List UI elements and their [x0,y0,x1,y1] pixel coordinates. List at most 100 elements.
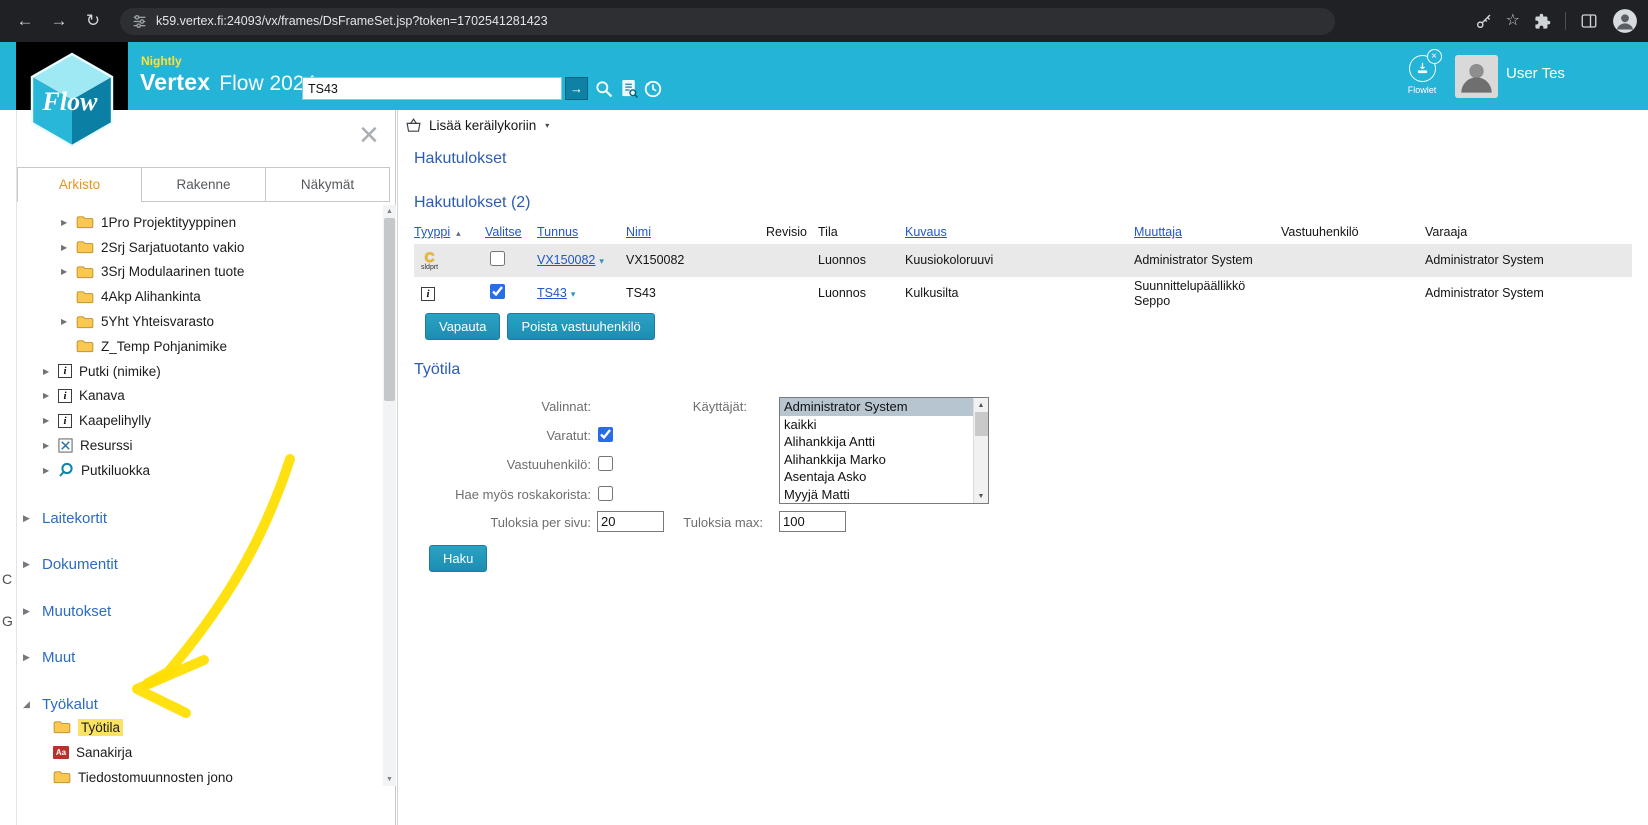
user-option[interactable]: Asentaja Asko [780,468,973,486]
tab-arkisto[interactable]: Arkisto [17,167,142,202]
password-key-icon[interactable] [1475,13,1492,30]
back-icon[interactable]: ← [10,6,40,36]
expand-arrow-icon[interactable]: ▶ [23,606,42,617]
column-header-tunnus[interactable]: Tunnus [537,225,626,239]
expand-arrow-icon[interactable]: ▶ [23,559,42,570]
listbox-scroll-up-icon[interactable]: ▲ [974,398,988,412]
vastuuhenkilo-checkbox[interactable] [598,456,613,471]
tree-item-3srj-modulaarinen-tuote[interactable]: ▶3Srj Modulaarinen tuote [17,260,381,285]
sidebar-section-ty-kalut[interactable]: ◢Työkalut [17,692,381,716]
release-button[interactable]: Vapauta [425,313,500,340]
column-header-kuvaus[interactable]: Kuvaus [905,225,1134,239]
cell-tila: Luonnos [818,286,905,301]
sort-asc-icon[interactable]: ▴ [456,228,461,239]
basket-dropdown-caret-icon[interactable]: ▾ [545,121,549,130]
expand-arrow-icon[interactable]: ▶ [43,416,58,425]
history-clock-icon[interactable] [641,77,665,100]
flowlet-icon[interactable]: × [1409,55,1436,82]
user-option[interactable]: Administrator System [780,398,973,416]
column-header-nimi[interactable]: Nimi [626,225,754,239]
expand-arrow-icon[interactable]: ▶ [43,441,58,450]
browser-profile-avatar[interactable] [1612,8,1638,34]
bookmark-star-icon[interactable]: ☆ [1506,13,1520,29]
tree-item-label: Kaapelihylly [79,413,151,428]
expand-arrow-icon[interactable]: ▶ [23,513,42,524]
row-select-checkbox[interactable] [490,284,505,299]
tree-item-resurssi[interactable]: ▶Resurssi [17,433,381,458]
expand-arrow-icon[interactable]: ▶ [43,367,58,376]
expand-arrow-icon[interactable]: ▶ [43,391,58,400]
user-option[interactable]: Alihankkija Antti [780,433,973,451]
document-search-icon[interactable] [617,77,641,100]
tree-item-z-temp-pohjanimike[interactable]: Z_Temp Pohjanimike [17,334,381,359]
listbox-scrollbar-thumb[interactable] [975,412,988,436]
expand-arrow-icon[interactable]: ▶ [43,466,58,475]
collapse-arrow-icon[interactable]: ◢ [23,699,42,710]
expand-arrow-icon[interactable]: ▶ [61,267,76,276]
listbox-scrollbar[interactable]: ▲ ▼ [973,398,988,503]
tree-item-putkiluokka[interactable]: ▶Putkiluokka [17,458,381,483]
sidebar-section-muut[interactable]: ▶Muut [17,646,381,670]
sidebar-item-tiedostomuunnosten-jono[interactable]: Tiedostomuunnosten jono [17,765,381,790]
varatut-checkbox[interactable] [598,427,613,442]
header-search-box[interactable] [302,77,562,100]
tree-item-putki-nimike[interactable]: ▶iPutki (nimike) [17,359,381,384]
expand-arrow-icon[interactable]: ▶ [23,652,42,663]
column-header-muuttaja[interactable]: Muuttaja [1134,225,1281,239]
side-panel-icon[interactable] [1580,12,1598,30]
users-listbox[interactable]: Administrator SystemkaikkiAlihankkija An… [779,397,989,504]
sidebar-scrollbar[interactable]: ▲ ▼ [383,205,396,786]
search-go-button[interactable]: → [565,77,588,100]
header-search-input[interactable] [303,78,561,99]
extensions-puzzle-icon[interactable] [1534,13,1551,30]
reload-icon[interactable]: ↻ [78,6,108,36]
forward-icon[interactable]: → [44,6,74,36]
sidebar-section-muutokset[interactable]: ▶Muutokset [17,599,381,623]
remove-responsible-button[interactable]: Poista vastuuhenkilö [507,313,654,340]
resource-icon [58,438,73,453]
flowlet-close-badge-icon[interactable]: × [1427,49,1442,64]
sidebar-section-laitekortit[interactable]: ▶Laitekortit [17,506,381,530]
tree-item-2srj-sarjatuotanto-vakio[interactable]: ▶2Srj Sarjatuotanto vakio [17,235,381,260]
tree-item-label: Z_Temp Pohjanimike [101,339,227,354]
row-menu-caret-icon[interactable]: ▾ [571,289,576,299]
row-menu-caret-icon[interactable]: ▾ [599,256,604,266]
tree-item-4akp-alihankinta[interactable]: 4Akp Alihankinta [17,284,381,309]
trash-checkbox[interactable] [598,486,613,501]
scroll-up-icon[interactable]: ▲ [383,205,396,218]
tune-icon[interactable] [132,14,147,29]
sidebar-item-ty-tila[interactable]: Työtila [17,715,381,740]
listbox-scroll-down-icon[interactable]: ▼ [974,489,988,503]
column-header-tyyppi[interactable]: Tyyppi▴ [414,225,485,239]
user-option[interactable]: Alihankkija Marko [780,451,973,469]
tunnus-link[interactable]: VX150082 [537,253,595,267]
tab-rakenne[interactable]: Rakenne [141,167,266,202]
max-results-input[interactable] [779,511,846,532]
flowlet-widget[interactable]: × Flowlet [1398,55,1446,95]
close-icon[interactable]: × [359,118,379,152]
expand-arrow-icon[interactable]: ▶ [61,317,76,326]
row-select-checkbox[interactable] [490,251,505,266]
tree-item-label: Kanava [79,388,125,403]
expand-arrow-icon[interactable]: ▶ [61,243,76,252]
dictionary-icon: Aa [53,746,69,759]
sidebar-item-sanakirja[interactable]: AaSanakirja [17,740,381,765]
search-button[interactable]: Haku [429,545,487,572]
add-to-picking-basket[interactable]: Lisää keräilykoriin ▾ [405,113,549,137]
expand-arrow-icon[interactable]: ▶ [61,218,76,227]
scrollbar-thumb[interactable] [384,218,395,401]
user-option[interactable]: Myyjä Matti [780,486,973,504]
tab-n-kym-t[interactable]: Näkymät [265,167,390,202]
column-header-valitse[interactable]: Valitse [485,225,537,239]
address-bar[interactable]: k59.vertex.fi:24093/vx/frames/DsFrameSet… [120,8,1335,35]
user-avatar[interactable] [1455,55,1498,98]
tunnus-link[interactable]: TS43 [537,286,567,300]
scroll-down-icon[interactable]: ▼ [383,773,396,786]
tree-item-kanava[interactable]: ▶iKanava [17,384,381,409]
tree-item-5yht-yhteisvarasto[interactable]: ▶5Yht Yhteisvarasto [17,309,381,334]
sidebar-section-dokumentit[interactable]: ▶Dokumentit [17,553,381,577]
tree-item-1pro-projektityyppinen[interactable]: ▶1Pro Projektityyppinen [17,210,381,235]
tree-item-kaapelihylly[interactable]: ▶iKaapelihylly [17,408,381,433]
user-option[interactable]: kaikki [780,416,973,434]
search-magnifier-icon[interactable] [592,77,616,100]
